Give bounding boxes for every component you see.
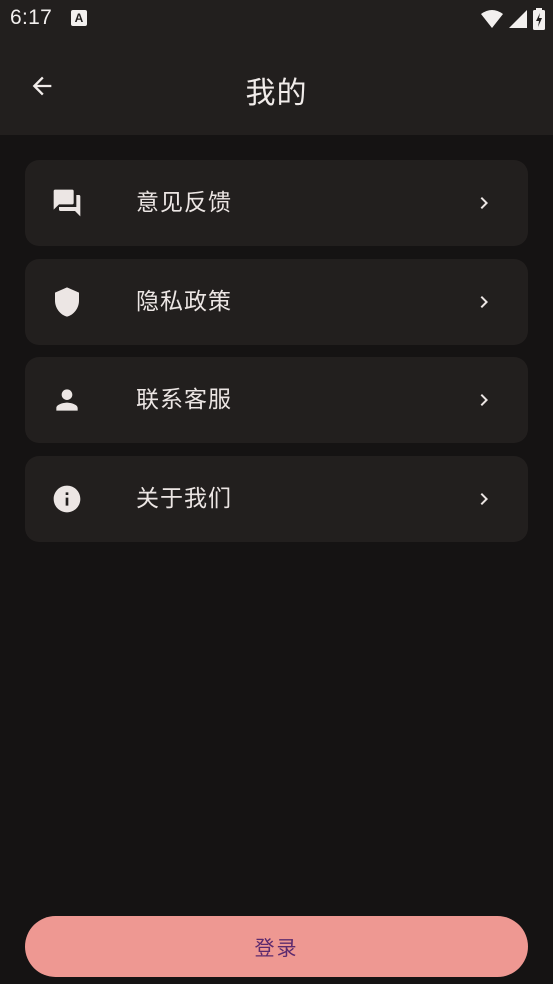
info-icon <box>53 485 81 512</box>
person-icon <box>56 389 78 411</box>
menu-item-privacy-policy[interactable]: 隐私政策 <box>25 258 528 345</box>
signal-icon <box>509 10 527 28</box>
status-bar: 6:17 A <box>0 0 553 38</box>
chevron-right-icon <box>480 492 488 505</box>
page-title: 我的 <box>245 76 308 111</box>
wifi-icon <box>481 10 503 28</box>
app-bar: 我的 <box>0 38 553 135</box>
text-notification-icon-glyph: A <box>74 11 84 25</box>
menu-item-label: 关于我们 <box>136 485 232 512</box>
battery-icon <box>533 8 545 30</box>
chevron-right-icon <box>480 394 488 406</box>
menu-item-label: 联系客服 <box>136 387 232 413</box>
text-notification-icon: A <box>71 10 87 26</box>
menu-item-label: 隐私政策 <box>136 288 232 315</box>
menu-item-customer-service[interactable]: 联系客服 <box>25 357 528 443</box>
menu-item-label: 意见反馈 <box>136 190 232 216</box>
shield-icon <box>55 286 79 317</box>
status-time: 6:17 <box>10 6 53 29</box>
menu-item-about-us[interactable]: 关于我们 <box>25 455 528 542</box>
screen: 6:17 A 我的 意见反馈 隐私政策 联系客服 关于我们 登录 <box>0 0 553 984</box>
login-button[interactable]: 登录 <box>25 916 528 977</box>
status-icons <box>481 6 545 32</box>
chevron-right-icon <box>480 295 488 308</box>
feedback-icon <box>53 189 81 217</box>
menu-item-feedback[interactable]: 意见反馈 <box>25 160 528 246</box>
chevron-right-icon <box>480 197 488 209</box>
menu-list: 意见反馈 隐私政策 联系客服 关于我们 <box>25 160 528 554</box>
